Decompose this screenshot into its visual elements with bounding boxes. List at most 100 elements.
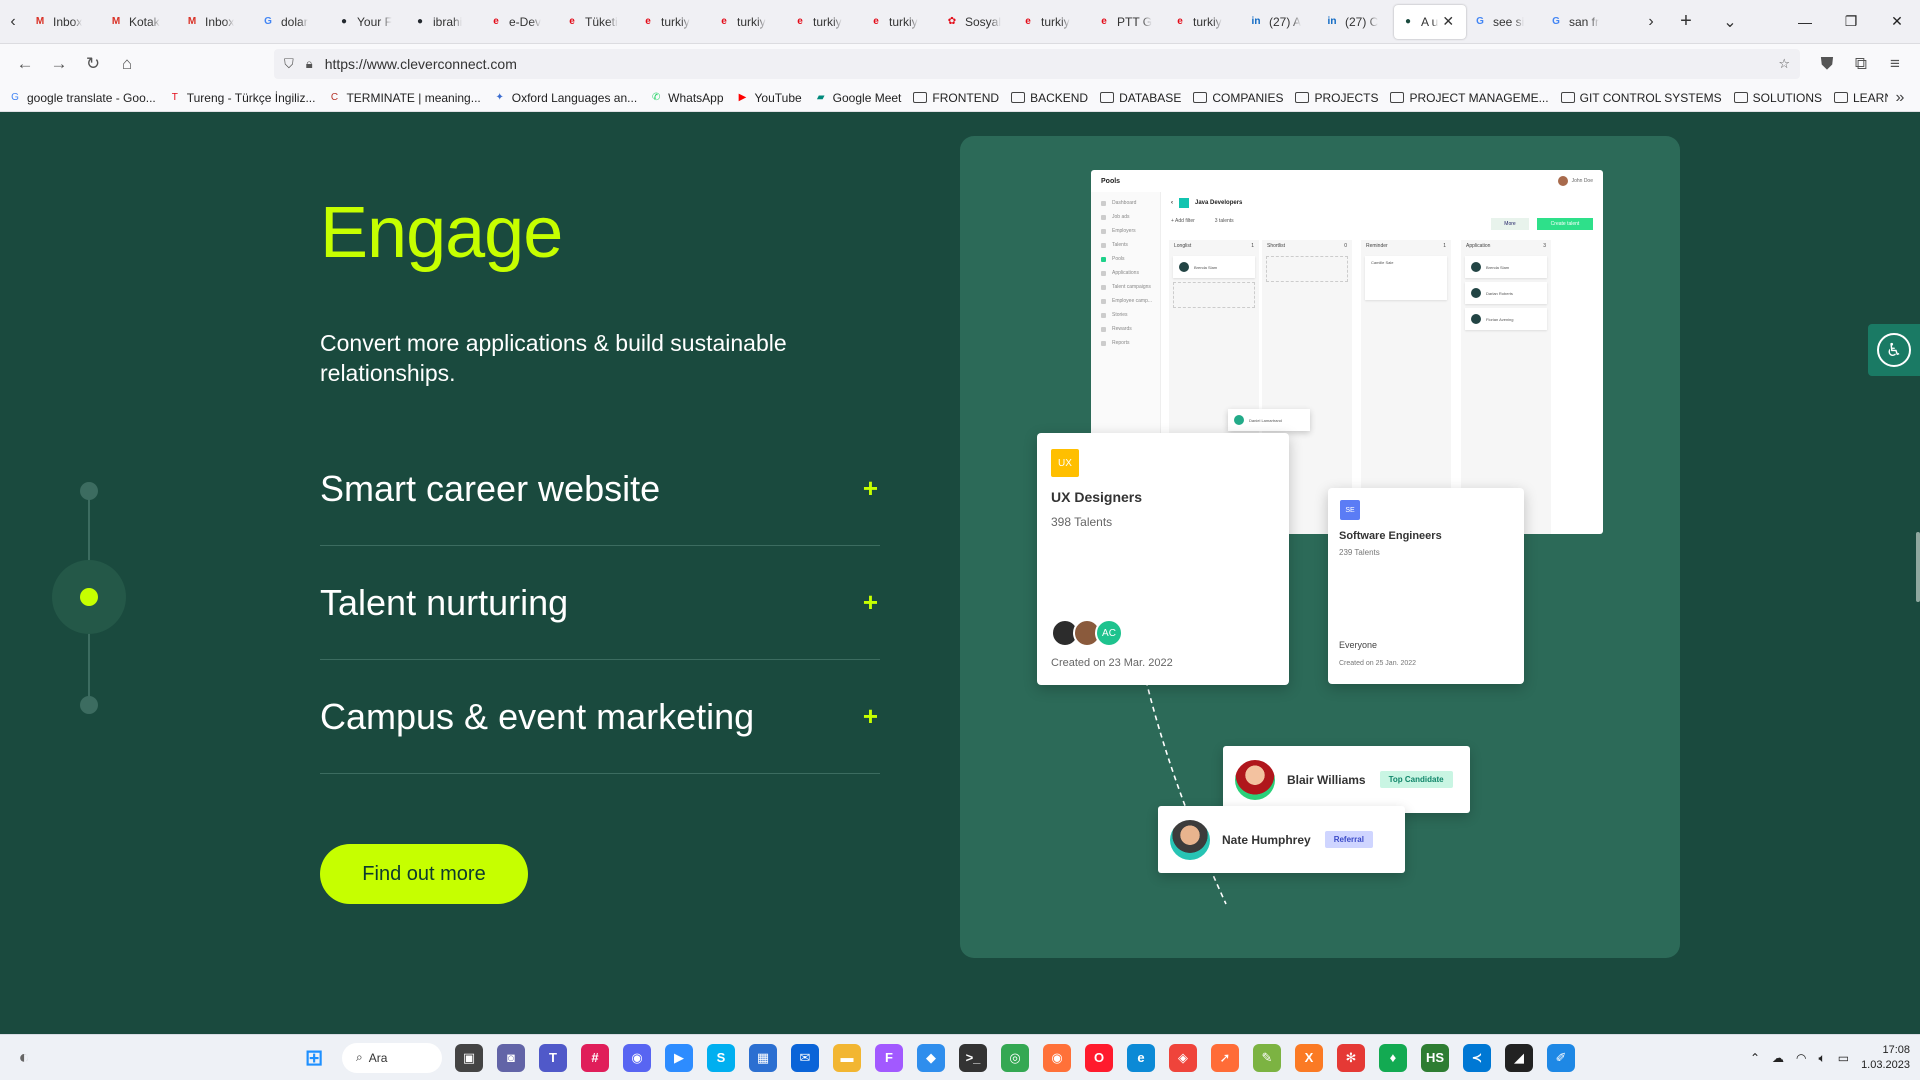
shield-icon[interactable]: ⛉ (284, 56, 294, 72)
onedrive-icon[interactable]: ☁ (1772, 1051, 1784, 1065)
slack-icon[interactable]: # (581, 1043, 609, 1072)
browser-tab[interactable]: M Inbox (26, 5, 102, 39)
postman-icon[interactable]: ➚ (1211, 1043, 1239, 1072)
bookmarks-overflow-icon[interactable]: » (1888, 89, 1912, 107)
firefox-icon[interactable]: ◉ (1043, 1043, 1071, 1072)
browser-tab[interactable]: e turkiy (862, 5, 938, 39)
reload-icon[interactable]: ↻ (76, 48, 110, 80)
skype-icon[interactable]: S (707, 1043, 735, 1072)
restore-icon[interactable]: ❐ (1828, 0, 1874, 44)
plus-icon[interactable]: + (863, 473, 878, 504)
paint-icon[interactable]: ✐ (1547, 1043, 1575, 1072)
bookmark-item[interactable]: ▰ Google Meet (814, 91, 902, 105)
tab-scroll-left-icon[interactable]: ‹ (0, 7, 26, 37)
browser-tab[interactable]: M Inbox (178, 5, 254, 39)
browser-tab[interactable]: e turkiy (786, 5, 862, 39)
close-tab-icon[interactable]: ✕ (1442, 13, 1454, 30)
tray-chevron-icon[interactable]: ⌃ (1750, 1051, 1760, 1065)
opera-icon[interactable]: O (1085, 1043, 1113, 1072)
xampp-icon[interactable]: X (1295, 1043, 1323, 1072)
teams-chat-icon[interactable]: ◙ (497, 1043, 525, 1072)
plus-icon[interactable]: + (863, 701, 878, 732)
bookmark-folder[interactable]: LEARNING (1834, 91, 1888, 105)
taskbar-search[interactable]: ⌕ Ara (342, 1042, 442, 1073)
browser-tab[interactable]: in (27) C (1318, 5, 1394, 39)
vscode-icon-2[interactable]: ◢ (1505, 1043, 1533, 1072)
accessibility-button[interactable]: ♿︎ (1868, 324, 1920, 376)
browser-tab[interactable]: e turkiy (1166, 5, 1242, 39)
browser-tab[interactable]: M Kotak (102, 5, 178, 39)
home-icon[interactable]: ⌂ (110, 48, 144, 80)
plus-icon[interactable]: + (863, 587, 878, 618)
browser-tab[interactable]: e Tüketi (558, 5, 634, 39)
terminal-icon[interactable]: >_ (959, 1043, 987, 1072)
task-view-icon[interactable]: ▣ (455, 1043, 483, 1072)
store-icon[interactable]: ▦ (749, 1043, 777, 1072)
url-text[interactable]: https://www.cleverconnect.com (325, 56, 1779, 72)
minimize-icon[interactable]: — (1782, 0, 1828, 44)
cluster-icon[interactable]: ✻ (1337, 1043, 1365, 1072)
bookmark-item[interactable]: ✆ WhatsApp (649, 91, 724, 105)
tab-list-chevron-icon[interactable]: ⌄ (1708, 7, 1752, 37)
browser-tab[interactable]: in (27) A (1242, 5, 1318, 39)
chrome-icon[interactable]: ◎ (1001, 1043, 1029, 1072)
bookmark-folder[interactable]: BACKEND (1011, 91, 1088, 105)
tab-scroll-right-icon[interactable]: › (1638, 7, 1664, 37)
accordion-item-smart-career-website[interactable]: Smart career website + (320, 432, 880, 546)
extensions-icon[interactable]: ⧉ (1844, 48, 1878, 80)
figma-icon[interactable]: F (875, 1043, 903, 1072)
bookmark-item[interactable]: ✦ Oxford Languages an... (493, 91, 638, 105)
widgets-icon[interactable]: ◐ (6, 1040, 42, 1076)
discord-icon[interactable]: ◉ (623, 1043, 651, 1072)
new-tab-icon[interactable]: + (1664, 7, 1708, 37)
timeline-dot[interactable] (80, 696, 98, 714)
browser-tab[interactable]: Gsee si (1466, 5, 1542, 39)
edge-icon[interactable]: e (1127, 1043, 1155, 1072)
bookmark-folder[interactable]: DATABASE (1100, 91, 1181, 105)
find-out-more-button[interactable]: Find out more (320, 844, 528, 904)
bookmark-star-icon[interactable]: ☆ (1778, 56, 1790, 72)
volume-icon[interactable]: 🔈︎ (1819, 1051, 1826, 1066)
pocket-icon[interactable]: ⛊ (1810, 48, 1844, 80)
bookmark-folder[interactable]: GIT CONTROL SYSTEMS (1560, 91, 1722, 105)
menu-icon[interactable]: ≡ (1878, 48, 1912, 80)
timeline-dot[interactable] (80, 482, 98, 500)
bookmark-folder[interactable]: FRONTEND (913, 91, 999, 105)
windows-start-icon[interactable]: ⊞ (298, 1042, 330, 1074)
accordion-item-campus-event-marketing[interactable]: Campus & event marketing + (320, 660, 880, 774)
browser-tab[interactable]: e turkiy (710, 5, 786, 39)
battery-icon[interactable]: ▭ (1838, 1051, 1849, 1065)
bookmark-item[interactable]: Ggoogle translate - Goo... (8, 91, 156, 105)
anydesk-icon[interactable]: ◈ (1169, 1043, 1197, 1072)
back-icon[interactable]: ← (8, 48, 42, 80)
notepad-icon[interactable]: ✎ (1253, 1043, 1281, 1072)
browser-tab[interactable]: e PTT G (1090, 5, 1166, 39)
bookmark-item[interactable]: C TERMINATE | meaning... (327, 91, 481, 105)
browser-tab[interactable]: Gsan fr (1542, 5, 1618, 39)
browser-tab[interactable]: ● Your F (330, 5, 406, 39)
browser-tab[interactable]: Gdolar (254, 5, 330, 39)
clock[interactable]: 17:08 1.03.2023 (1861, 1043, 1910, 1073)
url-bar[interactable]: ⛉ 🔒︎ https://www.cleverconnect.com ☆ (274, 49, 1800, 79)
browser-tab[interactable]: ● A u ✕ (1394, 4, 1466, 39)
browser-tab[interactable]: e turkiy (634, 5, 710, 39)
forward-icon[interactable]: → (42, 48, 76, 80)
lock-icon[interactable]: 🔒︎ (306, 56, 313, 72)
close-window-icon[interactable]: ✕ (1874, 0, 1920, 44)
bookmark-folder[interactable]: PROJECT MANAGEME... (1390, 91, 1549, 105)
wifi-icon[interactable]: ◠ (1796, 1051, 1806, 1065)
explorer-icon[interactable]: ▬ (833, 1043, 861, 1072)
mongodb-icon[interactable]: ♦ (1379, 1043, 1407, 1072)
bookmark-folder[interactable]: SOLUTIONS (1733, 91, 1822, 105)
page-scrollbar[interactable] (1916, 532, 1920, 602)
heidisql-icon[interactable]: HS (1421, 1043, 1449, 1072)
mail-icon[interactable]: ✉ (791, 1043, 819, 1072)
bookmark-item[interactable]: T Tureng - Türkçe İngiliz... (168, 91, 316, 105)
browser-tab[interactable]: ● ibrahi (406, 5, 482, 39)
vscode-icon[interactable]: ≺ (1463, 1043, 1491, 1072)
accordion-item-talent-nurturing[interactable]: Talent nurturing + (320, 546, 880, 660)
bookmark-folder[interactable]: COMPANIES (1193, 91, 1283, 105)
sourcetree-icon[interactable]: ◆ (917, 1043, 945, 1072)
zoom-icon[interactable]: ▶ (665, 1043, 693, 1072)
timeline-dot-active[interactable] (80, 588, 98, 606)
